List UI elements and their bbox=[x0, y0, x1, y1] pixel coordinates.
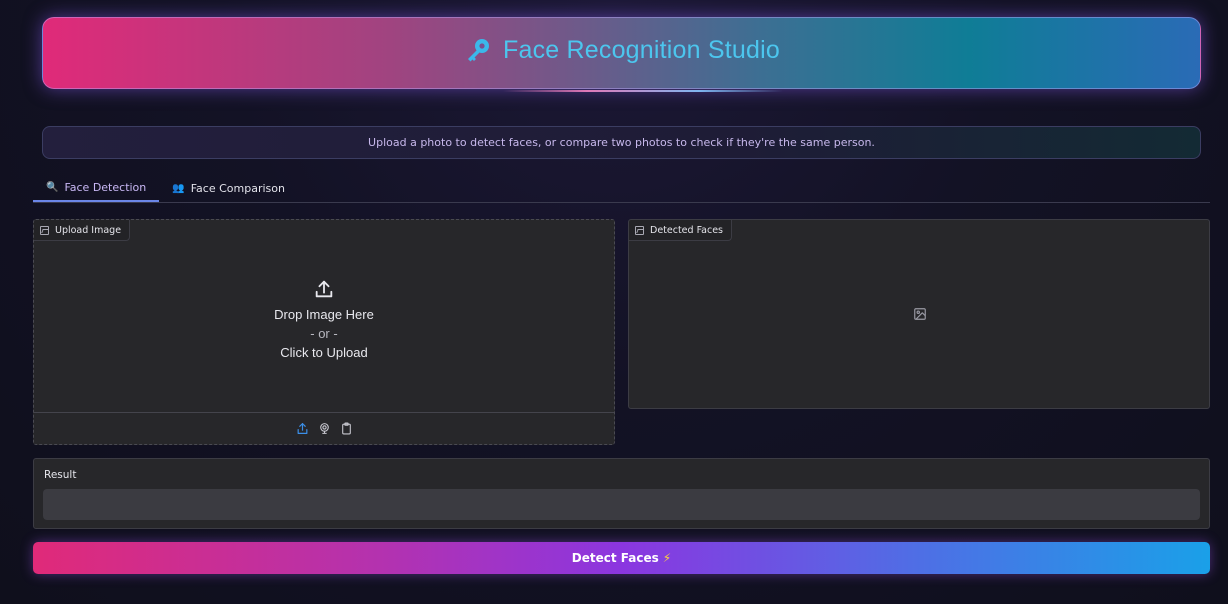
detect-faces-button[interactable]: Detect Faces ⚡ bbox=[33, 542, 1210, 574]
click-to-upload-text: Click to Upload bbox=[280, 345, 368, 360]
upload-image-panel[interactable]: Upload Image Drop Image Here - or - Clic… bbox=[33, 219, 615, 445]
tab-bar: 🔍 Face Detection 👥 Face Comparison bbox=[33, 176, 1210, 203]
key-icon bbox=[468, 39, 489, 62]
drop-zone[interactable]: Drop Image Here - or - Click to Upload bbox=[34, 260, 614, 410]
header-title: Face Recognition Studio bbox=[43, 34, 1200, 66]
faces-panel-label: Detected Faces bbox=[629, 220, 733, 241]
tab-face-comparison[interactable]: 👥 Face Comparison bbox=[159, 175, 298, 202]
webcam-icon bbox=[319, 423, 329, 434]
upload-panel-label: Upload Image bbox=[34, 220, 131, 241]
result-label: Result bbox=[44, 469, 77, 481]
detect-button-label: Detect Faces bbox=[571, 551, 659, 565]
header-banner: Face Recognition Studio bbox=[42, 17, 1201, 92]
app-page: Face Recognition Studio Upload a photo t… bbox=[0, 0, 1228, 604]
image-placeholder-icon bbox=[914, 308, 926, 320]
upload-arrow-icon bbox=[315, 280, 333, 298]
info-banner: Upload a photo to detect faces, or compa… bbox=[42, 126, 1201, 159]
clipboard-icon bbox=[341, 422, 351, 435]
people-icon: 👥 bbox=[172, 183, 185, 194]
lightning-icon: ⚡ bbox=[662, 551, 672, 565]
source-selector bbox=[34, 412, 614, 444]
webcam-source-button[interactable] bbox=[317, 422, 331, 436]
info-text: Upload a photo to detect faces, or compa… bbox=[368, 136, 875, 149]
magnifier-icon: 🔍 bbox=[46, 182, 59, 193]
faces-label-text: Detected Faces bbox=[650, 224, 724, 236]
header-underline bbox=[503, 90, 783, 92]
upload-icon bbox=[297, 423, 307, 434]
drop-image-text: Drop Image Here bbox=[274, 307, 374, 322]
result-box: Result bbox=[33, 458, 1210, 529]
result-field[interactable] bbox=[43, 489, 1200, 520]
tab-face-detection[interactable]: 🔍 Face Detection bbox=[33, 175, 160, 202]
image-icon bbox=[40, 225, 49, 235]
page-title: Face Recognition Studio bbox=[503, 35, 780, 64]
tab-label: Face Comparison bbox=[190, 182, 285, 195]
image-icon bbox=[635, 225, 644, 235]
upload-source-button[interactable] bbox=[295, 422, 309, 436]
detected-faces-panel: Detected Faces bbox=[628, 219, 1210, 409]
upload-label-text: Upload Image bbox=[55, 224, 122, 236]
or-separator: - or - bbox=[310, 326, 338, 341]
clipboard-source-button[interactable] bbox=[339, 422, 353, 436]
tab-label: Face Detection bbox=[64, 181, 147, 194]
